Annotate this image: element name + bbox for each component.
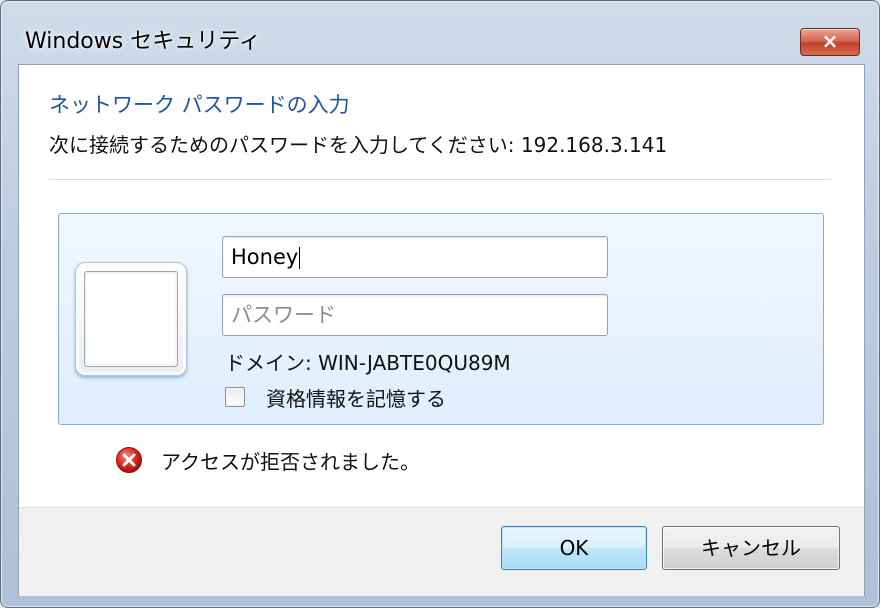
password-input[interactable]: パスワード	[222, 294, 608, 336]
error-message: アクセスが拒否されました。	[115, 445, 420, 475]
close-icon: ×	[821, 29, 839, 53]
error-text: アクセスが拒否されました。	[161, 449, 420, 474]
dialog-body: ネットワーク パスワードの入力 次に接続するためのパスワードを入力してください:…	[18, 64, 865, 596]
user-picture-tile	[75, 262, 187, 376]
remember-checkbox[interactable]	[225, 387, 245, 407]
title-bar[interactable]: Windows セキュリティ ×	[1, 1, 879, 61]
dialog-instruction: 次に接続するためのパスワードを入力してください: 192.168.3.141	[49, 133, 668, 157]
credential-tile[interactable]: Honey パスワード ドメイン: WIN-JABTE0QU89M 資格情報を記…	[58, 213, 824, 425]
security-dialog: Windows セキュリティ × ネットワーク パスワードの入力 次に接続するた…	[0, 0, 880, 608]
domain-label: ドメイン: WIN-JABTE0QU89M	[225, 351, 511, 375]
remember-label[interactable]: 資格情報を記憶する	[266, 383, 446, 412]
remember-credentials[interactable]: 資格情報を記憶する	[225, 383, 446, 412]
password-placeholder: パスワード	[231, 303, 336, 327]
error-icon	[116, 447, 142, 473]
username-input[interactable]: Honey	[222, 236, 608, 278]
separator	[49, 179, 831, 180]
text-caret	[299, 247, 301, 269]
username-value: Honey	[231, 245, 299, 269]
dialog-heading: ネットワーク パスワードの入力	[49, 93, 350, 117]
ok-button[interactable]: OK	[501, 526, 647, 570]
close-button[interactable]: ×	[800, 28, 860, 56]
window-title: Windows セキュリティ	[25, 29, 261, 54]
user-avatar	[84, 271, 178, 367]
cancel-button[interactable]: キャンセル	[662, 526, 840, 570]
